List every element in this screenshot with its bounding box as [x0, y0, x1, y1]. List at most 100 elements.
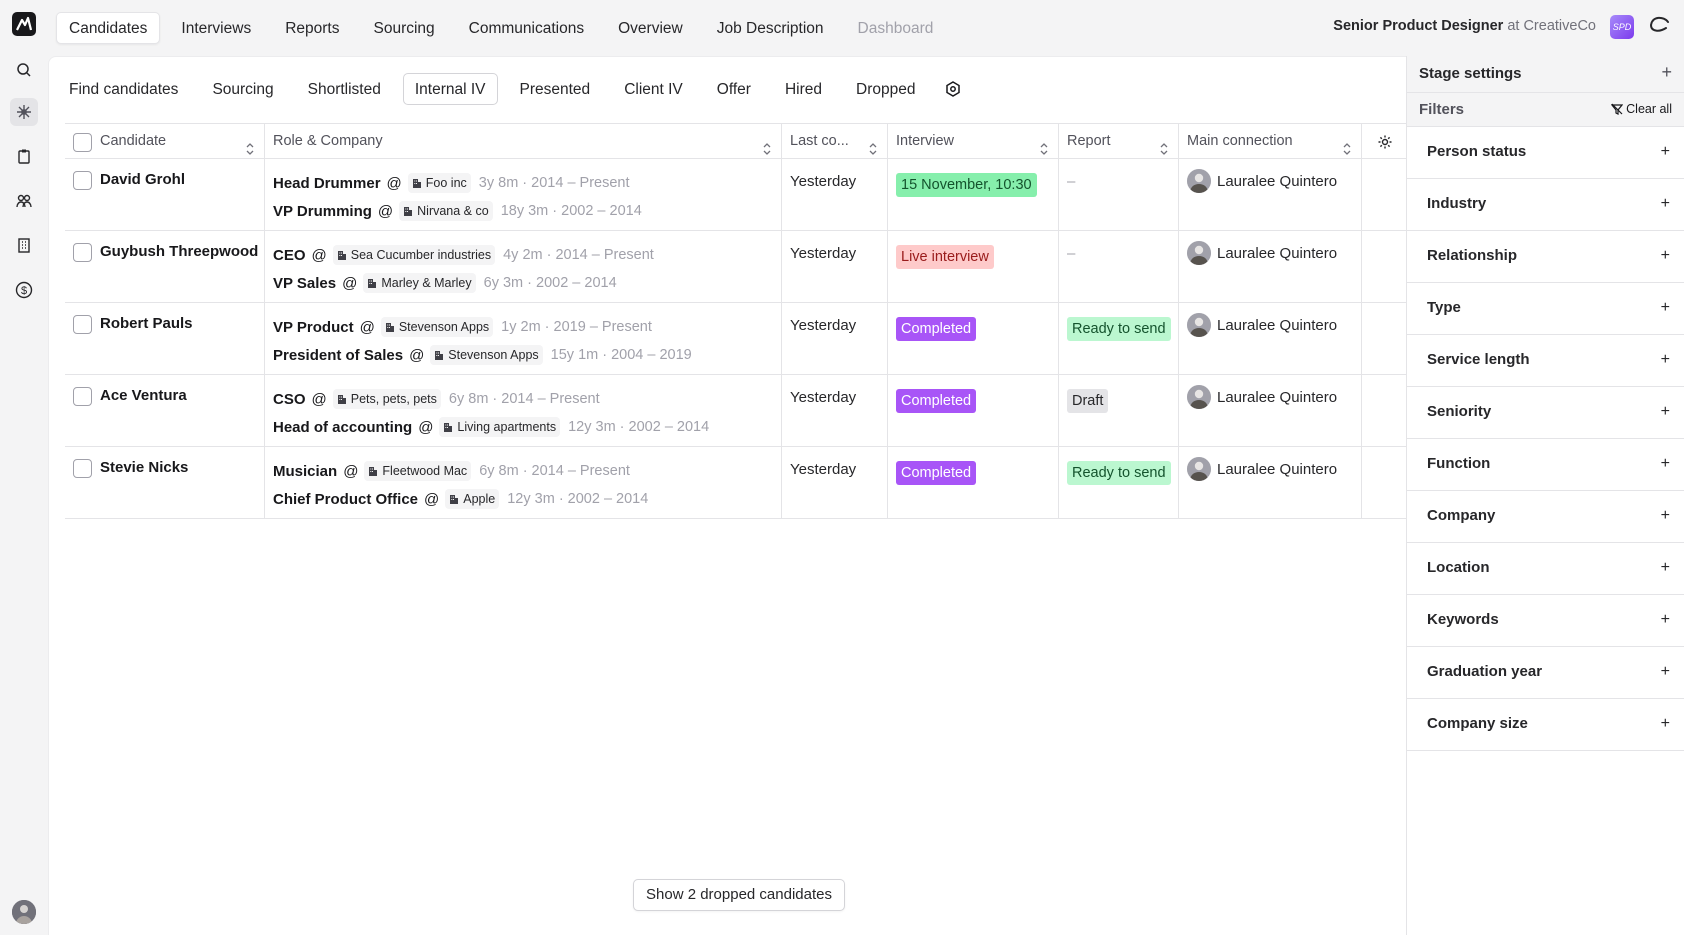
- interview-badge[interactable]: Live interview: [896, 245, 994, 269]
- filter-keywords[interactable]: Keywords +: [1407, 595, 1684, 647]
- show-dropped-button[interactable]: Show 2 dropped candidates: [633, 879, 845, 911]
- user-avatar[interactable]: [12, 900, 36, 924]
- company-chip[interactable]: Apple: [445, 489, 500, 509]
- candidate-name[interactable]: Guybush Threepwood: [100, 243, 258, 260]
- col-last-contact[interactable]: Last co...: [782, 124, 888, 159]
- candidate-name[interactable]: Stevie Nicks: [100, 459, 188, 476]
- stage-settings-header[interactable]: Stage settings +: [1407, 56, 1684, 93]
- plus-icon[interactable]: +: [1661, 62, 1672, 83]
- table-row[interactable]: Guybush Threepwood CEO @ Sea Cucumber indus…: [65, 231, 1407, 303]
- row-checkbox[interactable]: [73, 171, 92, 190]
- filter-company[interactable]: Company +: [1407, 491, 1684, 543]
- col-interview[interactable]: Interview: [888, 124, 1059, 159]
- company-chip[interactable]: Fleetwood Mac: [364, 461, 472, 481]
- filter-graduation-year[interactable]: Graduation year +: [1407, 647, 1684, 699]
- clipboard-icon[interactable]: [10, 142, 38, 170]
- candidate-cell[interactable]: Stevie Nicks: [65, 447, 265, 518]
- company-chip[interactable]: Marley & Marley: [363, 273, 476, 293]
- connection[interactable]: Lauralee Quintero: [1187, 313, 1361, 337]
- nav-job-description[interactable]: Job Description: [704, 12, 837, 44]
- company-chip[interactable]: Foo inc: [407, 173, 471, 193]
- plus-icon[interactable]: +: [1661, 663, 1670, 681]
- connection[interactable]: Lauralee Quintero: [1187, 241, 1361, 265]
- table-row[interactable]: Stevie Nicks Musician @ Fleetwood Mac 6y 8m …: [65, 447, 1407, 519]
- candidate-cell[interactable]: Guybush Threepwood: [65, 231, 265, 302]
- col-report[interactable]: Report: [1059, 124, 1179, 159]
- nav-overview[interactable]: Overview: [605, 12, 696, 44]
- interview-badge[interactable]: Completed: [896, 389, 977, 413]
- app-logo[interactable]: [12, 12, 36, 36]
- table-row[interactable]: Robert Pauls VP Product @ Stevenson Apps 1y …: [65, 303, 1407, 375]
- filter-service-length[interactable]: Service length +: [1407, 335, 1684, 387]
- plus-icon[interactable]: +: [1661, 247, 1670, 265]
- row-checkbox[interactable]: [73, 387, 92, 406]
- plus-icon[interactable]: +: [1661, 611, 1670, 629]
- filter-relationship[interactable]: Relationship +: [1407, 231, 1684, 283]
- stage-settings-icon[interactable]: [937, 73, 969, 105]
- candidate-name[interactable]: Robert Pauls: [100, 315, 193, 332]
- interview-badge[interactable]: 15 November, 10:30: [896, 173, 1037, 197]
- plus-icon[interactable]: +: [1661, 351, 1670, 369]
- report-badge[interactable]: Ready to send: [1067, 461, 1171, 485]
- plus-icon[interactable]: +: [1661, 195, 1670, 213]
- network-icon[interactable]: [10, 98, 38, 126]
- row-checkbox[interactable]: [73, 459, 92, 478]
- row-checkbox[interactable]: [73, 315, 92, 334]
- tab-client-iv[interactable]: Client IV: [612, 73, 695, 105]
- table-row[interactable]: David Grohl Head Drummer @ Foo inc 3y 8m · 2…: [65, 159, 1407, 231]
- interview-badge[interactable]: Completed: [896, 317, 977, 341]
- dollar-icon[interactable]: $: [10, 276, 38, 304]
- connection[interactable]: Lauralee Quintero: [1187, 385, 1361, 409]
- plus-icon[interactable]: +: [1661, 403, 1670, 421]
- nav-candidates[interactable]: Candidates: [56, 12, 161, 44]
- candidate-name[interactable]: David Grohl: [100, 171, 185, 188]
- col-candidate[interactable]: Candidate: [65, 124, 265, 159]
- company-chip[interactable]: Stevenson Apps: [380, 317, 494, 337]
- company-chip[interactable]: Living apartments: [439, 417, 561, 437]
- plus-icon[interactable]: +: [1661, 299, 1670, 317]
- company-chip[interactable]: Pets, pets, pets: [332, 389, 441, 409]
- job-avatar[interactable]: SPD: [1610, 15, 1634, 39]
- filter-person-status[interactable]: Person status +: [1407, 127, 1684, 179]
- filter-company-size[interactable]: Company size +: [1407, 699, 1684, 751]
- tab-internal-iv[interactable]: Internal IV: [402, 73, 498, 105]
- candidate-name[interactable]: Ace Ventura: [100, 387, 187, 404]
- nav-interviews[interactable]: Interviews: [168, 12, 264, 44]
- connection[interactable]: Lauralee Quintero: [1187, 457, 1361, 481]
- nav-dashboard[interactable]: Dashboard: [845, 12, 947, 44]
- connection[interactable]: Lauralee Quintero: [1187, 169, 1361, 193]
- interview-badge[interactable]: Completed: [896, 461, 977, 485]
- company-chip[interactable]: Stevenson Apps: [430, 345, 543, 365]
- company-chip[interactable]: Nirvana & co: [399, 201, 493, 221]
- candidate-cell[interactable]: Ace Ventura: [65, 375, 265, 446]
- col-connection[interactable]: Main connection: [1179, 124, 1362, 159]
- plus-icon[interactable]: +: [1661, 507, 1670, 525]
- tab-dropped[interactable]: Dropped: [844, 73, 927, 105]
- row-checkbox[interactable]: [73, 243, 92, 262]
- people-icon[interactable]: [10, 187, 38, 215]
- plus-icon[interactable]: +: [1661, 143, 1670, 161]
- tab-shortlisted[interactable]: Shortlisted: [296, 73, 393, 105]
- candidate-cell[interactable]: Robert Pauls: [65, 303, 265, 374]
- filter-type[interactable]: Type +: [1407, 283, 1684, 335]
- filter-industry[interactable]: Industry +: [1407, 179, 1684, 231]
- building-icon[interactable]: [10, 231, 38, 259]
- filter-function[interactable]: Function +: [1407, 439, 1684, 491]
- col-role[interactable]: Role & Company: [265, 124, 782, 159]
- report-badge[interactable]: Ready to send: [1067, 317, 1171, 341]
- plus-icon[interactable]: +: [1661, 559, 1670, 577]
- tab-sourcing[interactable]: Sourcing: [200, 73, 285, 105]
- company-chip[interactable]: Sea Cucumber industries: [332, 245, 496, 265]
- tab-presented[interactable]: Presented: [508, 73, 603, 105]
- plus-icon[interactable]: +: [1661, 455, 1670, 473]
- table-settings-icon[interactable]: [1362, 124, 1407, 159]
- select-all-checkbox[interactable]: [73, 133, 92, 152]
- nav-reports[interactable]: Reports: [272, 12, 352, 44]
- filter-location[interactable]: Location +: [1407, 543, 1684, 595]
- nav-sourcing[interactable]: Sourcing: [360, 12, 447, 44]
- tab-offer[interactable]: Offer: [705, 73, 763, 105]
- nav-communications[interactable]: Communications: [456, 12, 597, 44]
- plus-icon[interactable]: +: [1661, 715, 1670, 733]
- filter-seniority[interactable]: Seniority +: [1407, 387, 1684, 439]
- tab-find-candidates[interactable]: Find candidates: [57, 73, 190, 105]
